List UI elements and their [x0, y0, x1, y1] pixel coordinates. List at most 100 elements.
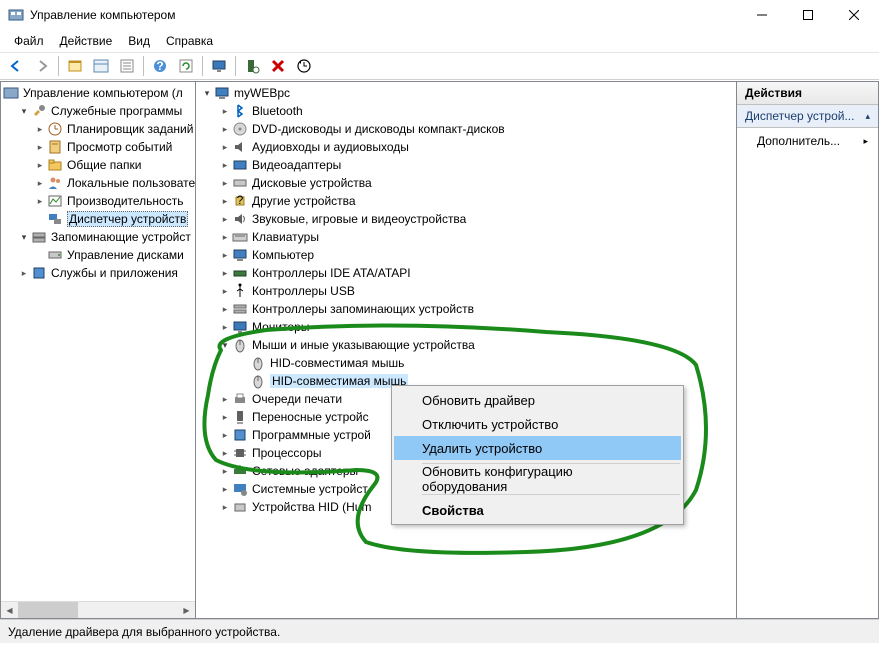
cm-disable-device[interactable]: Отключить устройство [394, 412, 681, 436]
minimize-button[interactable] [739, 0, 785, 30]
device-label: Дисковые устройства [252, 176, 372, 190]
update-driver-button[interactable] [292, 54, 316, 78]
device-tree-item[interactable]: ▸ Компьютер [196, 246, 736, 264]
tree-root[interactable]: Управление компьютером (л [1, 84, 196, 102]
device-tree-item[interactable]: ▸ Bluetooth [196, 102, 736, 120]
expand-icon[interactable]: ▸ [218, 268, 232, 279]
cm-properties[interactable]: Свойства [394, 498, 681, 522]
device-label: HID-совместимая мышь [270, 374, 408, 388]
tree-local-users[interactable]: ▸ Локальные пользовате [1, 174, 196, 192]
expand-icon[interactable]: ▸ [218, 214, 232, 225]
tree-label: Служебные программы [51, 104, 182, 118]
context-menu: Обновить драйвер Отключить устройство Уд… [391, 385, 684, 525]
expand-icon[interactable]: ▾ [218, 340, 232, 351]
device-tree-item[interactable]: ▾ Мыши и иные указывающие устройства [196, 336, 736, 354]
refresh-button[interactable] [174, 54, 198, 78]
monitor-button[interactable] [207, 54, 231, 78]
scroll-left-icon[interactable]: ◀ [1, 602, 18, 619]
device-tree-item[interactable]: ▸ Клавиатуры [196, 228, 736, 246]
ctrl-icon [232, 265, 248, 281]
expand-icon[interactable]: ▸ [218, 430, 232, 441]
close-button[interactable] [831, 0, 877, 30]
device-tree-panel: ▾ myWEBpc ▸ Bluetooth ▸ DVD-дисководы и … [196, 81, 737, 619]
tree-disk-mgmt[interactable]: ▸ Управление дисками [1, 246, 196, 264]
scroll-right-icon[interactable]: ▶ [178, 602, 195, 619]
help-button[interactable]: ? [148, 54, 172, 78]
actions-category[interactable]: Диспетчер устрой... ▴ [737, 105, 878, 128]
menu-help[interactable]: Справка [158, 32, 221, 50]
maximize-button[interactable] [785, 0, 831, 30]
expand-icon[interactable]: ▸ [218, 304, 232, 315]
show-hide-tree-button[interactable] [63, 54, 87, 78]
device-label: Процессоры [252, 446, 322, 460]
menu-action[interactable]: Действие [52, 32, 121, 50]
scroll-thumb[interactable] [18, 602, 78, 618]
cm-uninstall-device[interactable]: Удалить устройство [394, 436, 681, 460]
expand-icon[interactable]: ▸ [218, 448, 232, 459]
expand-icon[interactable]: ▸ [218, 232, 232, 243]
expand-icon[interactable]: ▸ [33, 124, 47, 135]
device-tree-item[interactable]: ▸ Контроллеры запоминающих устройств [196, 300, 736, 318]
properties-button[interactable] [89, 54, 113, 78]
expand-icon[interactable]: ▾ [17, 232, 31, 243]
device-tree-item[interactable]: ▸ Контроллеры IDE ATA/ATAPI [196, 264, 736, 282]
expand-icon[interactable]: ▸ [218, 484, 232, 495]
expand-icon[interactable]: ▸ [218, 106, 232, 117]
audio-icon [232, 139, 248, 155]
device-tree-item[interactable]: ▾ myWEBpc [196, 84, 736, 102]
forward-button[interactable] [30, 54, 54, 78]
uninstall-button[interactable] [266, 54, 290, 78]
device-tree-item[interactable]: ▸ HID-совместимая мышь [196, 354, 736, 372]
expand-icon[interactable]: ▸ [33, 196, 47, 207]
expand-icon[interactable]: ▸ [218, 502, 232, 513]
device-tree-item[interactable]: ▸ Видеоадаптеры [196, 156, 736, 174]
device-tree-item[interactable]: ▸ Звуковые, игровые и видеоустройства [196, 210, 736, 228]
tree-storage[interactable]: ▾ Запоминающие устройст [1, 228, 196, 246]
expand-icon[interactable]: ▸ [218, 196, 232, 207]
tree-performance[interactable]: ▸ Производительность [1, 192, 196, 210]
expand-icon[interactable]: ▸ [218, 322, 232, 333]
expand-icon[interactable]: ▸ [33, 142, 47, 153]
device-tree-item[interactable]: ▸ Дисковые устройства [196, 174, 736, 192]
expand-icon[interactable]: ▸ [218, 160, 232, 171]
actions-more[interactable]: Дополнитель... ▸ [737, 128, 878, 154]
device-tree-item[interactable]: ▸ DVD-дисководы и дисководы компакт-диск… [196, 120, 736, 138]
expand-icon[interactable]: ▸ [218, 394, 232, 405]
scan-hardware-button[interactable] [240, 54, 264, 78]
expand-icon[interactable]: ▸ [218, 412, 232, 423]
expand-icon[interactable]: ▸ [218, 178, 232, 189]
expand-icon[interactable]: ▾ [200, 88, 214, 99]
expand-icon[interactable]: ▸ [218, 142, 232, 153]
device-tree-item[interactable]: ▸ ? Другие устройства [196, 192, 736, 210]
tree-services-apps[interactable]: ▸ Службы и приложения [1, 264, 196, 282]
tree-label: Общие папки [67, 158, 141, 172]
storage-icon [31, 229, 47, 245]
expand-icon[interactable]: ▾ [17, 106, 31, 117]
expand-icon[interactable]: ▸ [218, 124, 232, 135]
expand-icon[interactable]: ▸ [17, 268, 31, 279]
titlebar: Управление компьютером [0, 0, 879, 30]
device-label: Устройства HID (Hum [252, 500, 371, 514]
tree-shared-folders[interactable]: ▸ Общие папки [1, 156, 196, 174]
tree-device-manager[interactable]: ▸ Диспетчер устройств [1, 210, 196, 228]
export-list-button[interactable] [115, 54, 139, 78]
expand-icon[interactable]: ▸ [33, 178, 47, 189]
menu-view[interactable]: Вид [120, 32, 158, 50]
expand-icon[interactable]: ▸ [218, 250, 232, 261]
device-tree-item[interactable]: ▸ Аудиовходы и аудиовыходы [196, 138, 736, 156]
tree-system-tools[interactable]: ▾ Служебные программы [1, 102, 196, 120]
cm-update-driver[interactable]: Обновить драйвер [394, 388, 681, 412]
tree-task-scheduler[interactable]: ▸ Планировщик заданий [1, 120, 196, 138]
device-tree-item[interactable]: ▸ Контроллеры USB [196, 282, 736, 300]
horizontal-scrollbar[interactable]: ◀ ▶ [1, 601, 195, 618]
cm-scan-hardware[interactable]: Обновить конфигурацию оборудования [394, 467, 681, 491]
menu-file[interactable]: Файл [6, 32, 52, 50]
device-tree-item[interactable]: ▸ Мониторы [196, 318, 736, 336]
back-button[interactable] [4, 54, 28, 78]
tree-label: Просмотр событий [67, 140, 172, 154]
expand-icon[interactable]: ▸ [218, 466, 232, 477]
expand-icon[interactable]: ▸ [33, 160, 47, 171]
port-icon [232, 409, 248, 425]
tree-event-viewer[interactable]: ▸ Просмотр событий [1, 138, 196, 156]
expand-icon[interactable]: ▸ [218, 286, 232, 297]
